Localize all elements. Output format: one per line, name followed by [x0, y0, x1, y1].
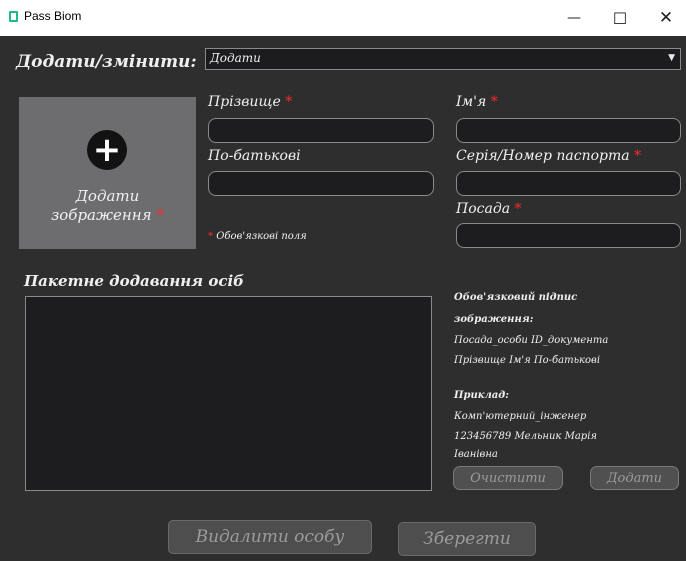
- name-input[interactable]: [456, 118, 681, 143]
- save-button[interactable]: Зберегти: [398, 522, 536, 556]
- add-image-label-line1: Додати: [75, 187, 140, 205]
- example-line1: Комп'ютерний_інженер: [454, 411, 587, 422]
- required-mark: *: [285, 94, 293, 110]
- patronymic-label: По-батькові: [208, 148, 301, 164]
- mode-label: Додати/змінити:: [16, 52, 197, 72]
- required-mark: *: [634, 148, 642, 164]
- passport-label-text: Серія/Номер паспорта: [456, 148, 630, 164]
- add-image-label-line2: зображення: [51, 206, 152, 224]
- surname-label: Прізвище *: [208, 94, 292, 110]
- clear-button[interactable]: Очистити: [453, 466, 563, 490]
- position-label-text: Посада: [456, 201, 511, 217]
- passport-input[interactable]: [456, 171, 681, 196]
- required-mark: *: [514, 201, 522, 217]
- position-input[interactable]: [456, 223, 681, 248]
- required-mark: *: [490, 94, 498, 110]
- main-panel: Додати/змінити: Додати ▼ + Додати зображ…: [0, 36, 686, 561]
- patronymic-input[interactable]: [208, 171, 434, 196]
- caption-format-line2: Прізвище Ім'я По-батькові: [454, 355, 601, 366]
- mode-select-value: Додати: [210, 51, 261, 65]
- delete-person-button[interactable]: Видалити особу: [168, 520, 372, 554]
- required-note-text: Обов'язкові поля: [216, 231, 307, 242]
- mode-select[interactable]: Додати ▼: [205, 48, 681, 70]
- example-line3: Іванівна: [454, 449, 498, 460]
- caption-format-line1: Посада_особи ID_документа: [454, 335, 609, 346]
- title-bar: Pass Biom — ☐ ✕: [0, 0, 686, 36]
- caption-rule-title-2: зображення:: [454, 314, 534, 325]
- add-image-button[interactable]: + Додати зображення *: [19, 97, 196, 249]
- example-title: Приклад:: [454, 390, 509, 401]
- name-label-text: Ім'я: [456, 94, 487, 110]
- app-icon: [9, 11, 18, 22]
- window-title: Pass Biom: [24, 9, 82, 23]
- surname-input[interactable]: [208, 118, 434, 143]
- position-label: Посада *: [456, 201, 522, 217]
- chevron-down-icon: ▼: [668, 53, 675, 63]
- required-mark: *: [208, 231, 213, 242]
- minimize-button[interactable]: —: [551, 0, 597, 36]
- plus-circle-icon: +: [87, 130, 127, 170]
- add-button[interactable]: Додати: [590, 466, 679, 490]
- name-label: Ім'я *: [456, 94, 498, 110]
- add-image-label: Додати зображення *: [19, 187, 196, 225]
- passport-label: Серія/Номер паспорта *: [456, 148, 641, 164]
- required-note: * Обов'язкові поля: [208, 231, 307, 242]
- batch-title: Пакетне додавання осіб: [24, 272, 245, 290]
- close-button[interactable]: ✕: [643, 0, 686, 36]
- surname-label-text: Прізвище: [208, 94, 281, 110]
- caption-rule-title: Обов'язковий підпис: [454, 292, 578, 303]
- patronymic-label-text: По-батькові: [208, 148, 301, 164]
- batch-textarea[interactable]: [25, 296, 432, 491]
- maximize-button[interactable]: ☐: [597, 0, 643, 36]
- example-line2: 123456789 Мельник Марія: [454, 431, 598, 442]
- required-mark: *: [156, 206, 164, 224]
